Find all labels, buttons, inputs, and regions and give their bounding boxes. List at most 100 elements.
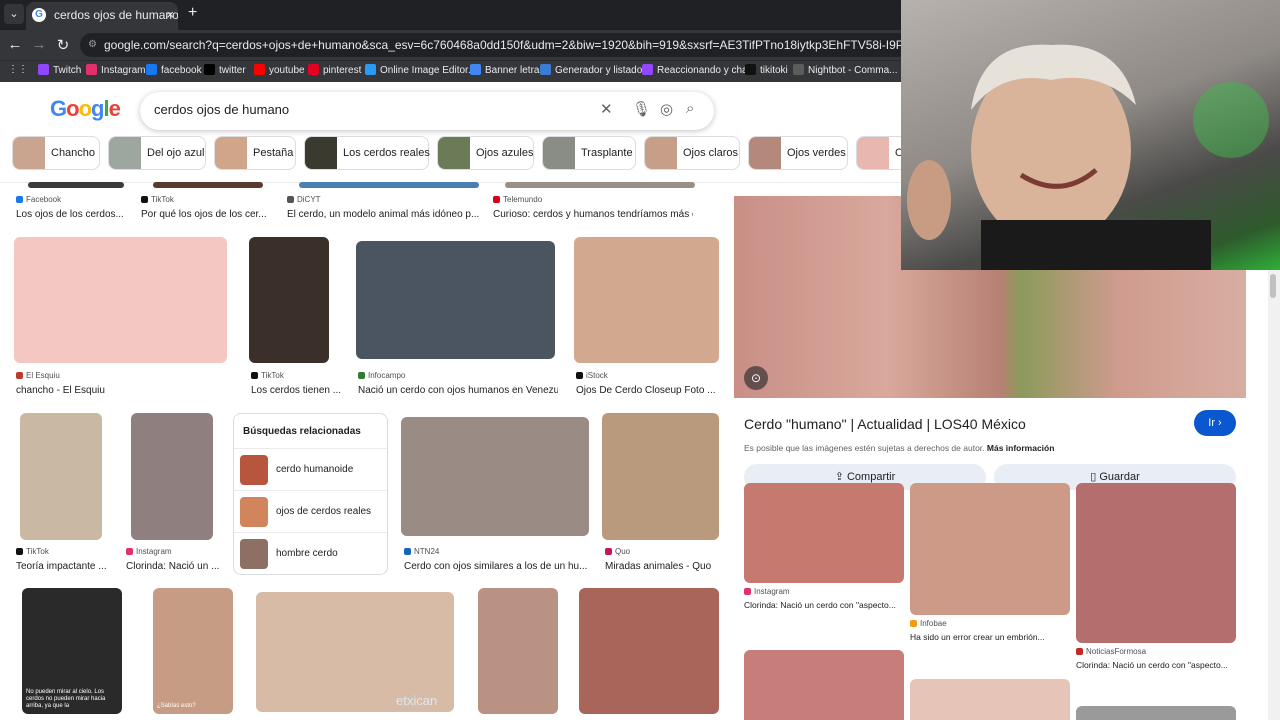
tab-active[interactable]: G cerdos ojos de humano - Buscar ×	[26, 2, 178, 30]
result-source[interactable]: TikTok	[251, 371, 284, 380]
apps-icon[interactable]: ⋮⋮	[8, 64, 28, 75]
panel-related-caption[interactable]: Clorinda: Nació un cerdo con "aspecto...	[744, 600, 904, 610]
panel-related-image[interactable]	[1076, 483, 1236, 643]
search-input[interactable]: cerdos ojos de humano	[154, 102, 289, 117]
bookmark-item[interactable]: Reaccionando y cha...	[642, 64, 756, 76]
tab-search-button[interactable]: ⌄	[4, 4, 24, 24]
result-image[interactable]	[153, 182, 263, 188]
result-source[interactable]: Infocampo	[358, 371, 405, 380]
site-info-icon[interactable]: ⚙	[88, 33, 97, 57]
panel-related-caption[interactable]: Clorinda: Nació un cerdo con "aspecto...	[1076, 660, 1236, 670]
search-icon[interactable]: ⌕	[686, 100, 694, 117]
result-caption[interactable]: Cerdo con ojos similares a los de un hu.…	[404, 561, 604, 572]
bookmark-item[interactable]: facebook	[146, 64, 202, 76]
related-search-item[interactable]: cerdo humanoide	[234, 448, 387, 490]
panel-related-caption[interactable]: Ha sido un error crear un embrión...	[910, 632, 1070, 642]
result-image[interactable]: ¿Sabías esto?	[153, 588, 233, 714]
share-label: Compartir	[846, 471, 896, 483]
result-source[interactable]: TikTok	[16, 547, 49, 556]
bookmark-favicon-icon	[540, 64, 551, 75]
result-source[interactable]: NTN24	[404, 547, 439, 556]
chip-label: Ojos claros	[683, 147, 739, 159]
panel-related-source[interactable]: Instagram	[744, 587, 790, 596]
bookmark-item[interactable]: Instagram	[86, 64, 145, 76]
result-source[interactable]: DiCYT	[287, 195, 321, 204]
scrollbar[interactable]	[1268, 270, 1280, 720]
clear-icon[interactable]: ✕	[600, 100, 613, 118]
forward-icon[interactable]: →	[30, 36, 48, 53]
panel-related-image[interactable]	[744, 483, 904, 583]
result-source[interactable]: Instagram	[126, 547, 172, 556]
result-source[interactable]: iStock	[576, 371, 608, 380]
preview-title[interactable]: Cerdo "humano" | Actualidad | LOS40 Méxi…	[744, 416, 1026, 432]
panel-related-image[interactable]	[1076, 706, 1236, 720]
result-image[interactable]	[14, 237, 227, 363]
result-caption[interactable]: chancho - El Esquiu	[16, 385, 216, 396]
related-search-item[interactable]: hombre cerdo	[234, 532, 387, 574]
microphone-icon[interactable]: 🎙	[632, 100, 651, 118]
lens-search-icon[interactable]: ⊙	[744, 366, 768, 390]
result-image[interactable]	[356, 241, 555, 359]
filter-chip[interactable]: O	[856, 136, 902, 170]
result-caption[interactable]: Curioso: cerdos y humanos tendríamos más…	[493, 209, 693, 220]
filter-chip[interactable]: Los cerdos reales	[304, 136, 430, 170]
result-source[interactable]: TikTok	[141, 195, 174, 204]
panel-related-source[interactable]: Infobae	[910, 619, 947, 628]
result-image[interactable]	[505, 182, 695, 188]
result-source[interactable]: Telemundo	[493, 195, 542, 204]
webcam-person	[907, 44, 1269, 270]
new-tab-icon[interactable]: +	[188, 4, 197, 22]
result-image[interactable]	[401, 417, 589, 536]
url-field[interactable]: ⚙ google.com/search?q=cerdos+ojos+de+hum…	[80, 33, 910, 57]
bookmark-item[interactable]: Banner letras	[470, 64, 544, 76]
bookmark-item[interactable]: Online Image Editor...	[365, 64, 476, 76]
result-image[interactable]	[579, 588, 719, 714]
panel-related-image[interactable]	[910, 483, 1070, 615]
result-source[interactable]: Quo	[605, 547, 630, 556]
bookmark-item[interactable]: pinterest	[308, 64, 361, 76]
result-image[interactable]	[28, 182, 124, 188]
filter-chip[interactable]: Ojos claros	[644, 136, 740, 170]
result-image[interactable]	[602, 413, 719, 540]
filter-chip[interactable]: Ojos verdes	[748, 136, 848, 170]
bookmark-item[interactable]: youtube	[254, 64, 305, 76]
bookmark-item[interactable]: Nightbot - Comma...	[793, 64, 897, 76]
panel-related-image[interactable]	[744, 650, 904, 720]
result-image[interactable]	[20, 413, 102, 540]
filter-chip[interactable]: Chancho	[12, 136, 100, 170]
search-box[interactable]: cerdos ojos de humano ✕ 🎙 ◎ ⌕	[140, 92, 714, 130]
result-source[interactable]: El Esquiu	[16, 371, 60, 380]
google-logo[interactable]: Google	[50, 96, 121, 122]
result-image[interactable]: No pueden mirar al cielo. Los cerdos no …	[22, 588, 122, 714]
back-icon[interactable]: ←	[6, 36, 24, 53]
filter-chip[interactable]: Trasplante	[542, 136, 636, 170]
panel-related-source[interactable]: NoticiasFormosa	[1076, 647, 1146, 656]
more-info-link[interactable]: Más información	[987, 443, 1055, 453]
webcam-overlay	[901, 0, 1280, 270]
reload-icon[interactable]: ↻	[54, 36, 72, 54]
result-image[interactable]	[131, 413, 213, 540]
result-image[interactable]	[299, 182, 479, 188]
bookmark-item[interactable]: twitter	[204, 64, 246, 76]
result-image[interactable]	[574, 237, 719, 363]
tab-close-icon[interactable]: ×	[166, 2, 174, 28]
scrollbar-thumb[interactable]	[1270, 274, 1276, 298]
bookmark-item[interactable]: Twitch	[38, 64, 81, 76]
bookmark-item[interactable]: tikitoki	[745, 64, 788, 76]
preview-panel: ⊙ Cerdo "humano" | Actualidad | LOS40 Mé…	[734, 196, 1246, 720]
filter-chip[interactable]: Ojos azules	[437, 136, 534, 170]
result-source[interactable]: Facebook	[16, 195, 61, 204]
filter-chip[interactable]: Del ojo azul	[108, 136, 206, 170]
result-image[interactable]	[478, 588, 558, 714]
panel-related-image[interactable]	[910, 679, 1070, 720]
bookmark-label: facebook	[161, 65, 202, 76]
result-image[interactable]	[249, 237, 329, 363]
go-button[interactable]: Ir ›	[1194, 410, 1236, 436]
bookmark-item[interactable]: Generador y listado...	[540, 64, 651, 76]
result-image[interactable]: etxican	[256, 592, 454, 712]
result-caption[interactable]: Nació un cerdo con ojos humanos en Venez…	[358, 385, 558, 396]
lens-icon[interactable]: ◎	[660, 100, 673, 118]
filter-chip[interactable]: Pestaña	[214, 136, 296, 170]
related-search-item[interactable]: ojos de cerdos reales	[234, 490, 387, 532]
result-caption[interactable]: El cerdo, un modelo animal más idóneo p.…	[287, 209, 487, 220]
